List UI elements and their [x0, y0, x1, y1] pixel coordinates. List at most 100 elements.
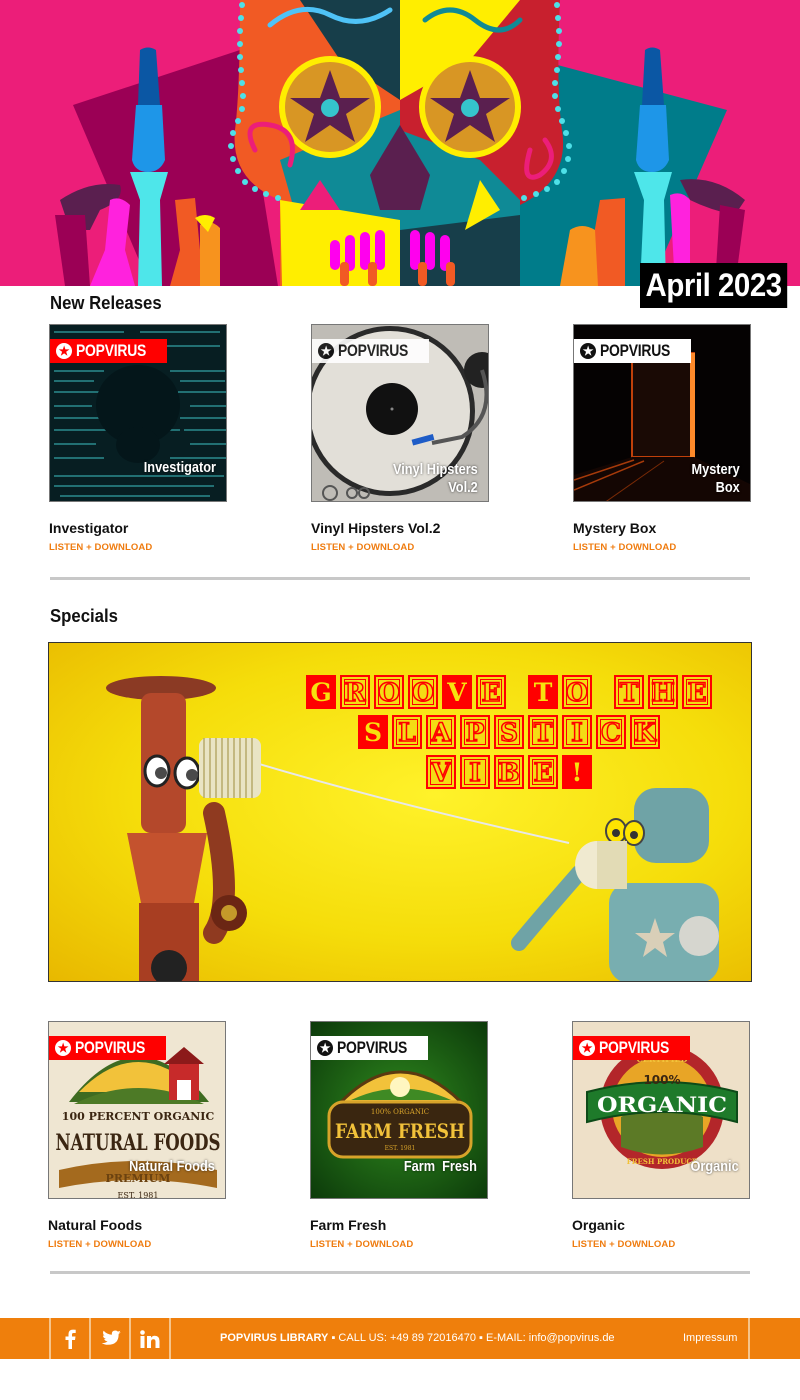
- popvirus-label: ★ POPVIRUS: [574, 339, 692, 363]
- product-card-organic: CERTIFIED 100% ORGANIC FRESH PRODUCE ★ P…: [572, 1021, 752, 1250]
- product-name: Vinyl Hipsters Vol.2: [311, 520, 441, 536]
- cover-art-text: 100% ORGANIC: [371, 1108, 429, 1116]
- section-divider: [50, 577, 750, 580]
- cover-art-text: ORGANIC: [597, 1092, 727, 1117]
- star-icon: ★: [55, 1040, 71, 1056]
- headline-letter-block: S: [358, 715, 388, 749]
- section-divider: [50, 1271, 750, 1274]
- headline-letter-block: P: [460, 715, 490, 749]
- headline-letter-block: V: [426, 755, 456, 789]
- headline-letter-block: T: [528, 675, 558, 709]
- headline-letter-block: O: [408, 675, 438, 709]
- album-cover-farm-fresh[interactable]: 100% ORGANIC FARM FRESH EST. 1981 ★ POPV…: [310, 1021, 488, 1199]
- specials-heading: Specials: [50, 606, 118, 626]
- popvirus-label: ★ POPVIRUS: [573, 1036, 691, 1060]
- headline-letter-block: I: [460, 755, 490, 789]
- listen-download-link[interactable]: LISTEN + DOWNLOAD: [310, 1239, 490, 1250]
- cover-title: Organic: [690, 1158, 739, 1175]
- headline-letter-block: E: [682, 675, 712, 709]
- headline-letter-block: O: [374, 675, 404, 709]
- banner-headline: GROOVETOTHE SLAPSTICK V I B E!: [249, 675, 751, 795]
- headline-letter-block: G: [306, 675, 336, 709]
- headline-letter-block: T: [528, 715, 558, 749]
- listen-download-link[interactable]: LISTEN + DOWNLOAD: [572, 1239, 752, 1250]
- album-cover-vinyl-hipsters[interactable]: ★ POPVIRUS Vinyl Hipsters Vol.2: [311, 324, 489, 502]
- headline-line-2: SLAPSTICK: [249, 715, 751, 749]
- album-cover-investigator[interactable]: ★ POPVIRUS Investigator: [49, 324, 227, 502]
- headline-letter-block: V: [442, 675, 472, 709]
- cover-title: Vinyl Hipsters Vol.2: [393, 461, 478, 496]
- email-label: E-MAIL:: [485, 1332, 526, 1344]
- footer-separator: [748, 1318, 750, 1359]
- headline-letter-block: C: [596, 715, 626, 749]
- cover-art-text: EST. 1981: [118, 1191, 159, 1199]
- cover-title: Farm Fresh: [404, 1158, 477, 1175]
- headline-letter-block: S: [494, 715, 524, 749]
- headline-letter-block: A: [426, 715, 456, 749]
- facebook-link[interactable]: [51, 1318, 89, 1359]
- product-name: Farm Fresh: [310, 1217, 387, 1233]
- listen-download-link[interactable]: LISTEN + DOWNLOAD: [573, 542, 753, 553]
- specials-promo-banner[interactable]: GROOVETOTHE SLAPSTICK V I B E!: [48, 642, 752, 982]
- product-name: Natural Foods: [48, 1217, 143, 1233]
- cover-art-text: 100 PERCENT ORGANIC: [62, 1110, 215, 1123]
- listen-download-link[interactable]: LISTEN + DOWNLOAD: [311, 542, 491, 553]
- sugar-skull-illustration: [0, 0, 800, 286]
- product-name: Mystery Box: [573, 520, 657, 536]
- new-releases-heading: New Releases: [50, 293, 162, 313]
- call-label: CALL US:: [338, 1332, 387, 1344]
- popvirus-label: ★ POPVIRUS: [50, 339, 168, 363]
- headline-letter-block: O: [562, 675, 592, 709]
- star-icon: ★: [56, 343, 72, 359]
- facebook-icon: [65, 1329, 76, 1349]
- footer-separator: [169, 1318, 171, 1359]
- listen-download-link[interactable]: LISTEN + DOWNLOAD: [48, 1239, 228, 1250]
- headline-letter-block: B: [494, 755, 524, 789]
- footer-contact-info: POPVIRUS LIBRARY ▪ CALL US: +49 89 72016…: [220, 1332, 615, 1344]
- star-icon: ★: [318, 343, 334, 359]
- cover-title: Investigator: [143, 459, 216, 476]
- headline-letter-block: E: [476, 675, 506, 709]
- cover-art-text: FRESH PRODUCE: [627, 1157, 698, 1166]
- headline-letter-block: H: [648, 675, 678, 709]
- linkedin-icon: [140, 1329, 160, 1348]
- listen-download-link[interactable]: LISTEN + DOWNLOAD: [49, 542, 229, 553]
- product-name: Investigator: [49, 520, 129, 536]
- twitter-link[interactable]: [91, 1318, 129, 1359]
- phone-link[interactable]: +49 89 72016470: [390, 1332, 476, 1344]
- popvirus-label: ★ POPVIRUS: [312, 339, 430, 363]
- album-cover-organic[interactable]: CERTIFIED 100% ORGANIC FRESH PRODUCE ★ P…: [572, 1021, 750, 1199]
- product-name: Organic: [572, 1217, 625, 1233]
- email-link[interactable]: info@popvirus.de: [529, 1332, 615, 1344]
- headline-letter-block: L: [392, 715, 422, 749]
- headline-letter-block: E: [528, 755, 558, 789]
- cover-title: Mystery Box: [691, 461, 740, 496]
- linkedin-link[interactable]: [131, 1318, 169, 1359]
- issue-date-badge: April 2023: [640, 263, 788, 308]
- product-card-farm-fresh: 100% ORGANIC FARM FRESH EST. 1981 ★ POPV…: [310, 1021, 490, 1250]
- cover-art-text: 100%: [643, 1073, 680, 1087]
- cover-title: Natural Foods: [129, 1158, 215, 1175]
- headline-letter-block: T: [614, 675, 644, 709]
- impressum-link[interactable]: Impressum: [683, 1318, 737, 1359]
- cover-art-text: EST. 1981: [385, 1145, 416, 1152]
- star-icon: ★: [580, 343, 596, 359]
- product-card-natural-foods: 100 PERCENT ORGANIC NATURAL FOODS PREMIU…: [48, 1021, 228, 1250]
- star-icon: ★: [317, 1040, 333, 1056]
- headline-letter-block: K: [630, 715, 660, 749]
- headline-space: [596, 675, 610, 709]
- product-card-mystery-box: ★ POPVIRUS Mystery Box Mystery Box LISTE…: [573, 324, 753, 553]
- popvirus-label: ★ POPVIRUS: [311, 1036, 429, 1060]
- cover-art-text: FARM FRESH: [335, 1119, 465, 1143]
- headline-space: [510, 675, 524, 709]
- album-cover-natural-foods[interactable]: 100 PERCENT ORGANIC NATURAL FOODS PREMIU…: [48, 1021, 226, 1199]
- headline-letter-block: !: [562, 755, 592, 789]
- cover-art-text: NATURAL FOODS: [56, 1130, 221, 1156]
- product-card-vinyl-hipsters: ★ POPVIRUS Vinyl Hipsters Vol.2 Vinyl Hi…: [311, 324, 491, 553]
- popvirus-label: ★ POPVIRUS: [49, 1036, 167, 1060]
- headline-line-1: GROOVETOTHE: [249, 675, 751, 709]
- album-cover-mystery-box[interactable]: ★ POPVIRUS Mystery Box: [573, 324, 751, 502]
- star-icon: ★: [579, 1040, 595, 1056]
- headline-line-3: V I B E!: [249, 755, 751, 789]
- twitter-icon: [101, 1329, 121, 1345]
